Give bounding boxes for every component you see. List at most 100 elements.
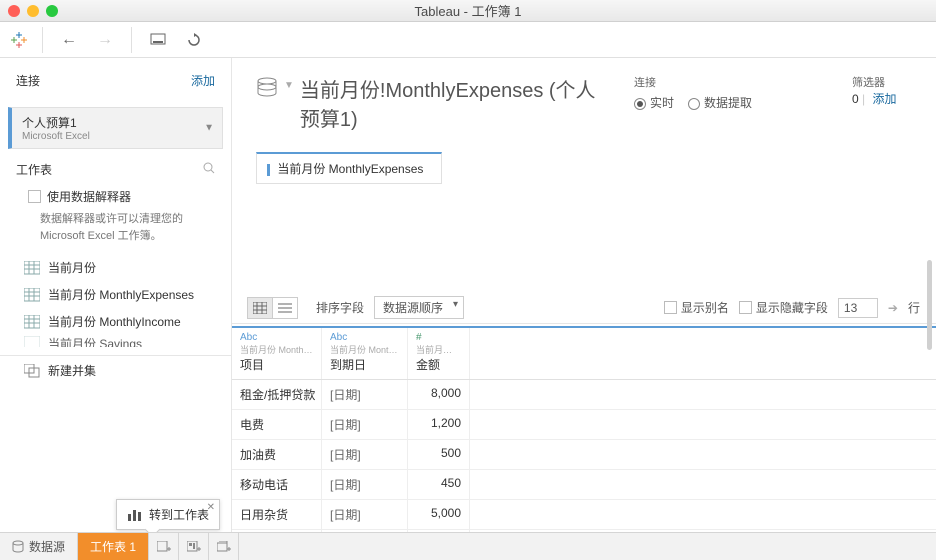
new-worksheet-button[interactable] [149,533,179,560]
table-row[interactable]: 移动电话[日期]450 [232,470,936,500]
grid-toolbar: 排序字段 数据源顺序 显示别名 显示隐藏字段 13 ➔ 行 [232,292,936,324]
forward-button[interactable]: → [91,26,119,54]
search-icon[interactable] [203,162,215,177]
add-filter-link[interactable]: 添加 [873,92,897,106]
checkbox-icon [664,301,677,314]
new-worksheet-icon [157,541,171,553]
new-dashboard-button[interactable] [179,533,209,560]
datasource-tab[interactable]: 数据源 [0,533,78,560]
table-row[interactable]: 电费[日期]1,200 [232,410,936,440]
show-hidden-toggle[interactable]: 显示隐藏字段 [739,299,828,316]
sort-dropdown[interactable]: 数据源顺序 [374,296,464,319]
cell: 日用杂货 [232,500,322,529]
grid-body: 租金/抵押贷款[日期]8,000电费[日期]1,200加油费[日期]500移动电… [232,380,936,532]
new-union-label: 新建并集 [48,362,96,379]
bottom-tabs: 数据源 工作表 1 [0,532,936,560]
field-source: 当前月份 Monthly... [330,343,399,356]
connection-name: 个人预算1 [22,114,197,131]
cell: 8,000 [408,380,470,409]
field-type-icon: Abc [330,332,399,343]
data-interpreter-label: 使用数据解释器 [47,188,131,205]
window-title: Tableau - 工作簿 1 [0,1,936,20]
cell: [日期] [322,380,408,409]
cell: [日期] [322,500,408,529]
column-header[interactable]: Abc 当前月份 Monthly... 到期日 [322,328,408,379]
datasource-icon [256,76,278,103]
table-row[interactable]: 租金/抵押贷款[日期]8,000 [232,380,936,410]
cell: 5,000 [408,500,470,529]
content-area: ▼ 当前月份!MonthlyExpenses (个人预算1) 连接 实时 数据提… [232,58,936,532]
presentation-button[interactable] [144,26,172,54]
union-icon [24,364,40,378]
table-row[interactable]: 日用杂货[日期]5,000 [232,500,936,530]
tooltip-label: 转到工作表 [149,506,209,523]
titlebar: Tableau - 工作簿 1 [0,0,936,22]
cell: 1,200 [408,410,470,439]
minimize-window-button[interactable] [27,5,39,17]
live-radio[interactable]: 实时 [634,94,674,111]
presentation-icon [150,33,166,47]
sheet-item[interactable]: 当前月份 Savings [0,335,231,347]
sheet-item[interactable]: 当前月份 [0,254,231,281]
bar-chart-icon [127,508,143,522]
field-type-icon: # [416,332,461,343]
list-icon [278,302,292,314]
field-name: 项目 [240,356,313,373]
toolbar: ← → [0,22,936,58]
add-connection-link[interactable]: 添加 [191,72,215,89]
rows-label: 行 [908,299,920,316]
scrollbar[interactable] [927,260,932,350]
grid-view-button[interactable] [247,297,273,319]
new-dashboard-icon [187,541,201,553]
new-union-button[interactable]: 新建并集 [0,355,231,385]
show-alias-toggle[interactable]: 显示别名 [664,299,729,316]
refresh-button[interactable] [180,26,208,54]
tableau-logo-icon [8,29,30,51]
canvas-table-label: 当前月份 MonthlyExpenses [277,162,423,176]
sheet-item[interactable]: 当前月份 MonthlyIncome [0,308,231,335]
sort-label: 排序字段 [316,299,364,316]
list-view-button[interactable] [272,297,298,319]
filter-count: 0 [852,92,859,106]
back-button[interactable]: ← [55,26,83,54]
column-header[interactable]: # 当前月份 M... 金额 [408,328,470,379]
filter-label: 筛选器 [852,74,912,90]
arrow-right-icon: → [97,31,113,49]
connection-mode-label: 连接 [634,74,752,90]
data-interpreter-toggle[interactable]: 使用数据解释器 [0,184,231,211]
data-grid: Abc 当前月份 Monthly... 项目 Abc 当前月份 Monthly.… [232,326,936,532]
cell: [日期] [322,440,408,469]
column-header[interactable]: Abc 当前月份 Monthly... 项目 [232,328,322,379]
grid-header: Abc 当前月份 Monthly... 项目 Abc 当前月份 Monthly.… [232,328,936,380]
datasource-icon [12,540,24,554]
chevron-down-icon[interactable]: ▼ [284,80,294,91]
connection-item[interactable]: 个人预算1 Microsoft Excel ▼ [8,107,223,149]
new-story-button[interactable] [209,533,239,560]
connections-label: 连接 [16,72,40,89]
sheet-tab[interactable]: 工作表 1 [78,533,149,560]
arrow-right-icon: ➔ [888,301,898,315]
zoom-window-button[interactable] [46,5,58,17]
cell: 移动电话 [232,470,322,499]
sheet-item[interactable]: 当前月份 MonthlyExpenses [0,281,231,308]
cell: [日期] [322,410,408,439]
close-icon[interactable]: ✕ [207,502,215,513]
extract-radio[interactable]: 数据提取 [688,94,752,111]
cell: 加油费 [232,440,322,469]
row-count-input[interactable]: 13 [838,298,878,318]
datasource-title[interactable]: 当前月份!MonthlyExpenses (个人预算1) [300,74,614,132]
sheet-grid-icon [24,261,40,275]
canvas[interactable]: 当前月份 MonthlyExpenses [232,142,936,292]
sheet-grid-icon [24,336,40,347]
go-to-sheet-tooltip[interactable]: 转到工作表 ✕ [116,499,220,530]
cell: [日期] [322,470,408,499]
table-row[interactable]: 加油费[日期]500 [232,440,936,470]
sheet-name: 当前月份 Savings [48,335,142,347]
cell: 500 [408,440,470,469]
data-interpreter-desc: 数据解释器或许可以清理您的 Microsoft Excel 工作簿。 [0,211,231,254]
canvas-table-box[interactable]: 当前月份 MonthlyExpenses [256,152,442,184]
checkbox-icon [739,301,752,314]
chevron-down-icon: ▼ [204,123,214,134]
checkbox-icon [28,190,41,203]
close-window-button[interactable] [8,5,20,17]
